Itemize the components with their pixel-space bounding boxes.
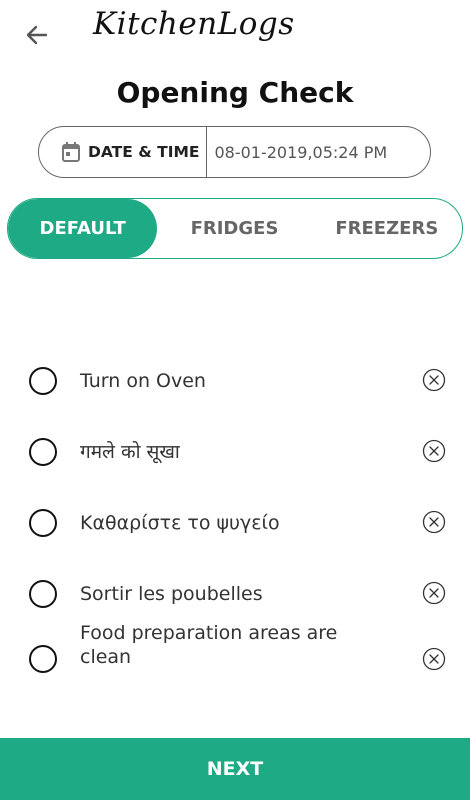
list-item: Sortir les poubelles — [0, 558, 470, 629]
top-bar: KitchenLogs — [0, 0, 470, 66]
arrow-left-icon — [26, 25, 48, 45]
date-time-label-section: DATE & TIME — [39, 127, 208, 177]
list-item: Turn on Oven — [0, 345, 470, 416]
item-checkbox[interactable] — [29, 580, 57, 608]
item-checkbox[interactable] — [29, 367, 57, 395]
tab-freezers[interactable]: FREEZERS — [312, 199, 462, 258]
date-time-field[interactable]: DATE & TIME 08-01-2019,05:24 PM — [38, 126, 431, 178]
item-label: Food preparation areas are clean — [80, 622, 338, 668]
item-checkbox[interactable] — [29, 645, 57, 673]
item-checkbox[interactable] — [29, 438, 57, 466]
category-tabs: DEFAULT FRIDGES FREEZERS — [7, 198, 463, 259]
item-label: Καθαρίστε το ψυγείο — [80, 512, 280, 534]
item-checkbox[interactable] — [29, 509, 57, 537]
checklist: Turn on Oven गमले को सूखा Καθαρίστε το ψ… — [0, 345, 470, 705]
remove-item-icon[interactable] — [422, 439, 446, 463]
date-time-label: DATE & TIME — [88, 143, 200, 161]
tab-default[interactable]: DEFAULT — [8, 199, 158, 258]
remove-item-icon[interactable] — [422, 647, 446, 671]
remove-item-icon[interactable] — [422, 510, 446, 534]
item-label: Turn on Oven — [80, 370, 206, 392]
item-label: गमले को सूखा — [80, 441, 180, 463]
back-button[interactable] — [20, 18, 54, 52]
list-item: गमले को सूखा — [0, 416, 470, 487]
date-time-value: 08-01-2019,05:24 PM — [214, 142, 388, 162]
next-button[interactable]: NEXT — [0, 738, 470, 800]
list-item: Καθαρίστε το ψυγείο — [0, 487, 470, 558]
remove-item-icon[interactable] — [422, 368, 446, 392]
list-item: Food preparation areas are clean — [0, 622, 470, 705]
page-title: Opening Check — [116, 76, 354, 109]
remove-item-icon[interactable] — [422, 581, 446, 605]
item-label: Sortir les poubelles — [80, 583, 263, 605]
calendar-icon — [62, 142, 80, 162]
tab-fridges[interactable]: FRIDGES — [157, 199, 311, 258]
app-name: KitchenLogs — [93, 6, 295, 42]
